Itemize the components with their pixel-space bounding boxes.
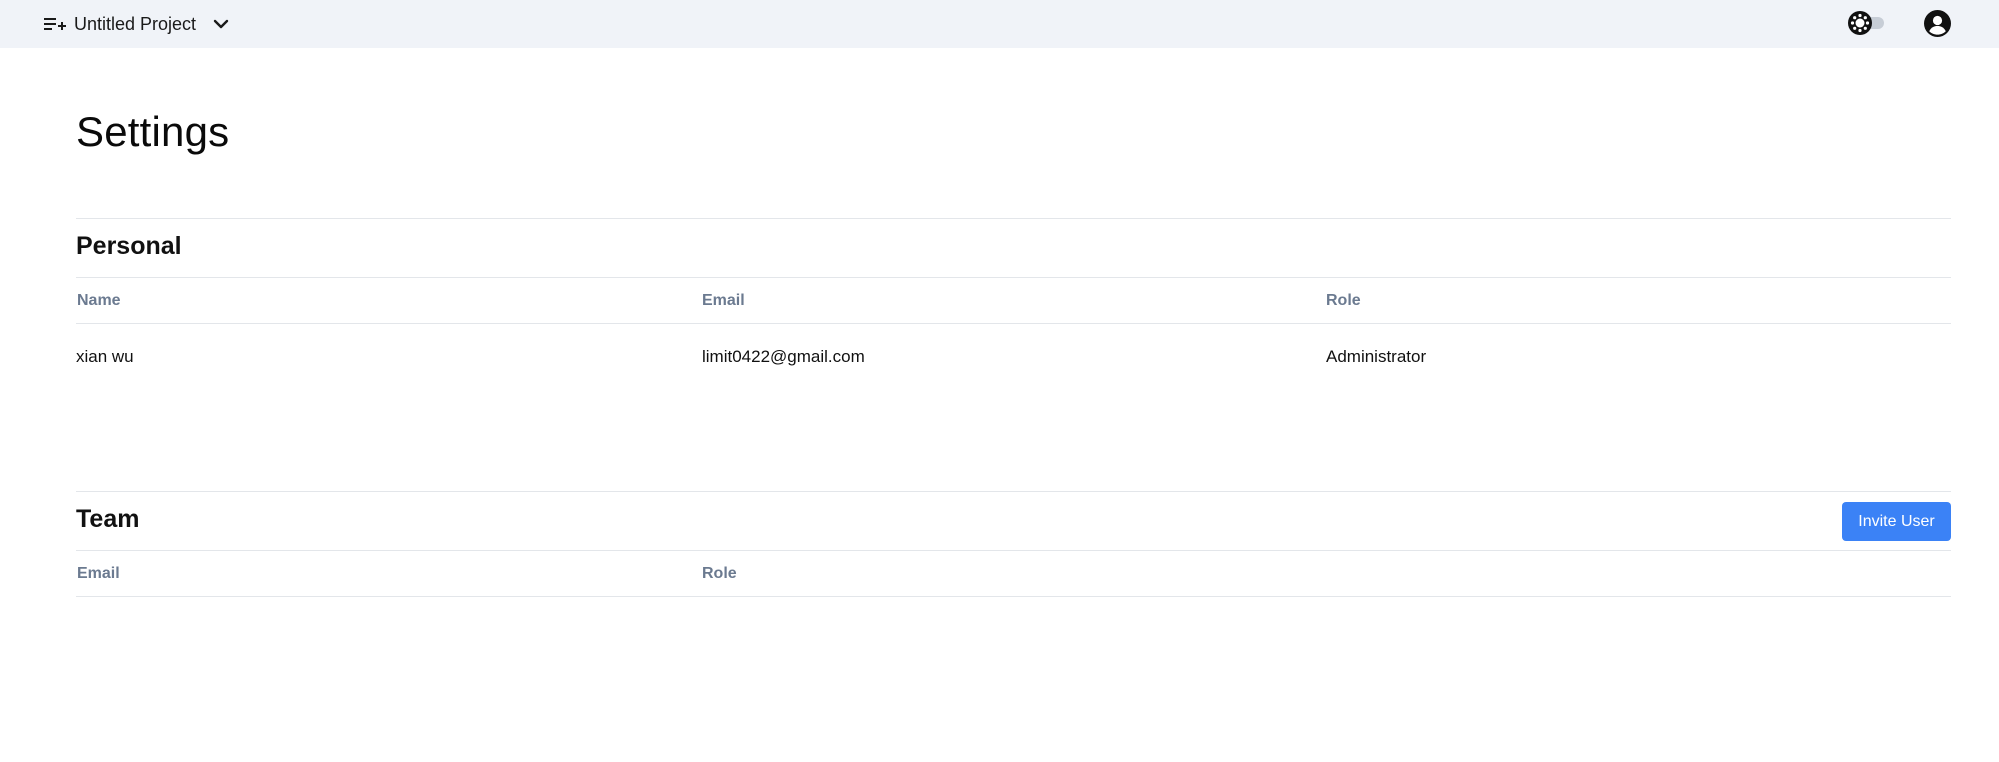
top-bar: Untitled Project xyxy=(0,0,1999,48)
column-header-email: Email xyxy=(77,565,120,582)
divider xyxy=(76,323,1951,324)
column-header-email: Email xyxy=(702,292,745,309)
account-circle-icon[interactable] xyxy=(1924,10,1951,37)
divider xyxy=(76,596,1951,597)
chevron-down-icon[interactable] xyxy=(212,15,230,33)
team-section-title: Team xyxy=(76,505,140,533)
theme-toggle[interactable] xyxy=(1848,11,1886,35)
page-title: Settings xyxy=(76,108,230,155)
user-name: xian wu xyxy=(76,347,134,366)
divider xyxy=(76,491,1951,492)
column-header-role: Role xyxy=(1326,292,1361,309)
divider xyxy=(76,277,1951,278)
playlist-add-icon xyxy=(44,15,66,33)
user-role: Administrator xyxy=(1326,347,1427,366)
project-name: Untitled Project xyxy=(74,13,197,34)
project-selector[interactable]: Untitled Project xyxy=(44,10,230,38)
personal-section-title: Personal xyxy=(76,232,182,260)
divider xyxy=(76,550,1951,551)
user-email: limit0422@gmail.com xyxy=(702,347,865,366)
divider xyxy=(76,218,1951,219)
column-header-role: Role xyxy=(702,565,737,582)
invite-user-button[interactable]: Invite User xyxy=(1842,502,1951,541)
column-header-name: Name xyxy=(77,292,121,309)
sun-icon xyxy=(1848,11,1872,35)
